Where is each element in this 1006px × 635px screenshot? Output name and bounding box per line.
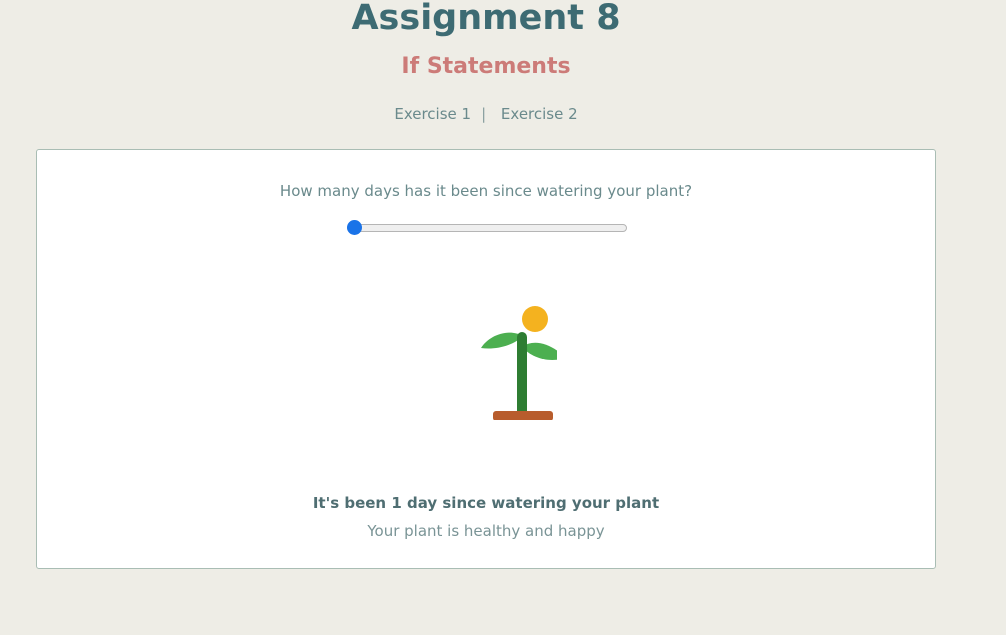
exercise-nav: Exercise 1 | Exercise 2 [0, 104, 972, 124]
nav-link-exercise-1[interactable]: Exercise 1 [394, 105, 471, 123]
status-detail: Your plant is healthy and happy [367, 522, 605, 540]
sun-icon [522, 306, 548, 332]
nav-link-exercise-2[interactable]: Exercise 2 [501, 105, 578, 123]
right-leaf [522, 342, 557, 360]
slider-thumb[interactable] [347, 220, 362, 235]
slider-track[interactable] [347, 224, 627, 232]
plant-icon [481, 332, 557, 420]
plant-pot [493, 411, 553, 420]
nav-separator: | [481, 105, 487, 123]
exercise-card: How many days has it been since watering… [36, 149, 936, 569]
question-text: How many days has it been since watering… [279, 182, 693, 200]
page-title: Assignment 8 [351, 0, 621, 38]
plant-illustration [481, 306, 557, 420]
days-slider[interactable] [347, 219, 627, 237]
status-message: It's been 1 day since watering your plan… [312, 494, 660, 512]
plant-stem [517, 332, 527, 417]
page-subtitle: If Statements [401, 54, 571, 79]
left-leaf [481, 332, 523, 349]
